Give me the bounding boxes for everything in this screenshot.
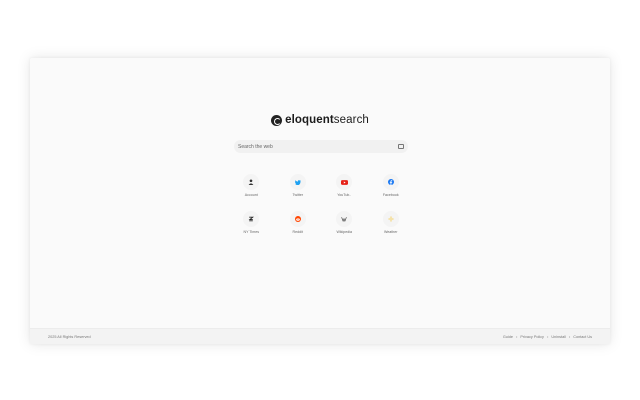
shortcut-account[interactable]: Account [228, 174, 275, 211]
sun-icon [382, 211, 399, 227]
shortcut-weather[interactable]: Weather [368, 211, 415, 248]
shortcut-label: Twitter [292, 193, 304, 197]
search-input[interactable] [238, 143, 398, 150]
shortcut-facebook[interactable]: Facebook [368, 174, 415, 211]
shortcut-label: Reddit [292, 230, 303, 234]
shortcut-youtube[interactable]: YouTub.. [321, 174, 368, 211]
shortcut-label: Facebook [382, 193, 399, 197]
twitter-icon [289, 174, 306, 190]
separator: • [515, 334, 518, 339]
wikipedia-icon [336, 211, 353, 227]
shortcut-grid: Account Twitter YouTub.. Facebook NY Tim… [228, 174, 414, 248]
person-icon [243, 174, 260, 190]
footer: 2025 All Rights Reserved Guide • Privacy… [30, 328, 610, 344]
new-tab-page: eloquentsearch Account Twitter YouTub.. [30, 58, 610, 344]
shortcut-twitter[interactable]: Twitter [275, 174, 322, 211]
nytimes-icon [243, 211, 260, 227]
footer-link-contact[interactable]: Contact Us [573, 335, 592, 339]
shortcut-label: NY Times [243, 230, 259, 234]
search-bar[interactable] [234, 140, 408, 153]
logo-text: eloquentsearch [285, 114, 369, 126]
footer-link-uninstall[interactable]: Uninstall [551, 335, 566, 339]
shortcut-label: Weather [383, 230, 398, 234]
logo: eloquentsearch [30, 114, 610, 126]
shortcut-reddit[interactable]: Reddit [275, 211, 322, 248]
footer-links: Guide • Privacy Policy • Uninstall • Con… [503, 335, 592, 339]
shortcut-label: Wikipedia [336, 230, 353, 234]
facebook-icon [382, 174, 399, 190]
shortcut-nytimes[interactable]: NY Times [228, 211, 275, 248]
image-search-icon[interactable] [398, 144, 404, 149]
separator: • [568, 334, 571, 339]
shortcut-wikipedia[interactable]: Wikipedia [321, 211, 368, 248]
copyright-text: 2025 All Rights Reserved [48, 334, 91, 339]
reddit-icon [289, 211, 306, 227]
logo-mark-icon [271, 114, 283, 126]
separator: • [546, 334, 549, 339]
youtube-icon [336, 174, 353, 190]
shortcut-label: Account [244, 193, 258, 197]
footer-link-privacy[interactable]: Privacy Policy [520, 335, 544, 339]
shortcut-label: YouTub.. [337, 193, 352, 197]
footer-link-guide[interactable]: Guide [503, 335, 513, 339]
